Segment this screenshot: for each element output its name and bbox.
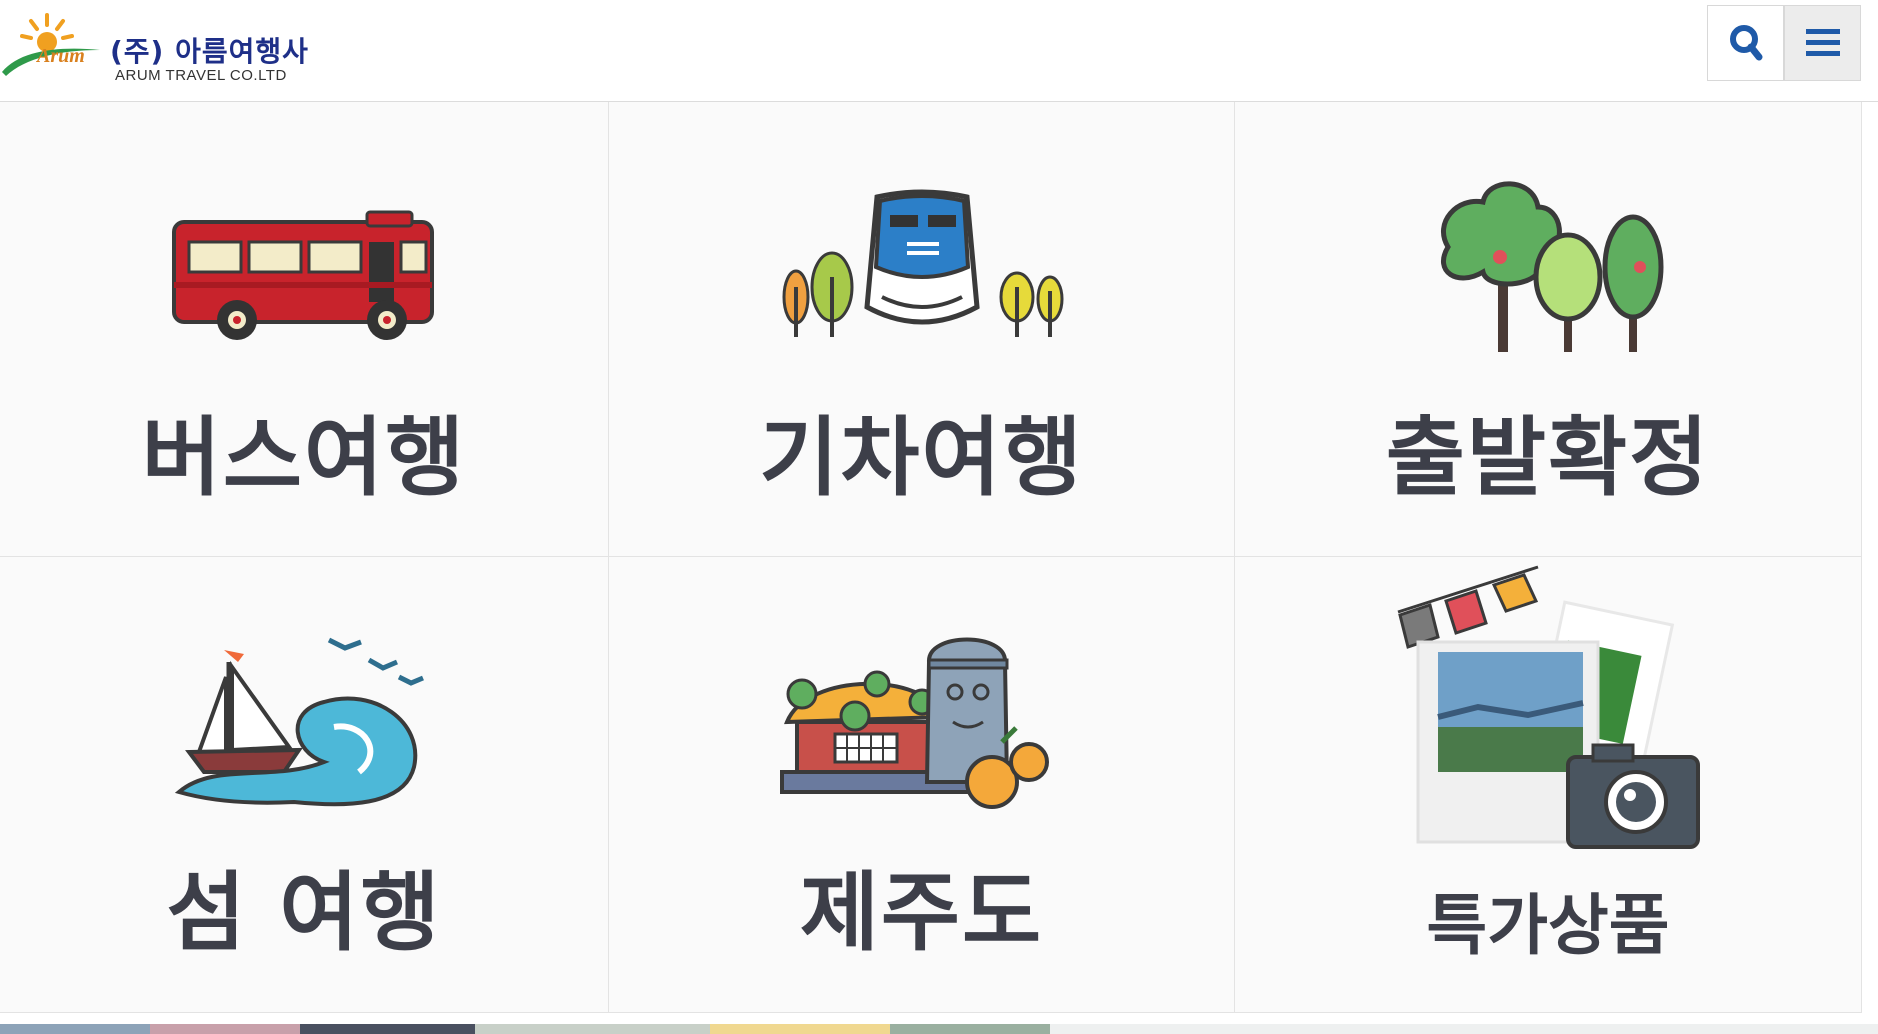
- category-tile-jeju[interactable]: 제주도: [609, 557, 1235, 1013]
- category-label: 기차여행: [759, 408, 1084, 508]
- photos-camera-icon: [1397, 565, 1700, 849]
- category-label: 특가상품: [1426, 887, 1670, 964]
- category-label: 버스여행: [141, 408, 467, 508]
- category-label: 출발확정: [1385, 408, 1711, 508]
- category-tile-train[interactable]: 기차여행: [609, 102, 1235, 557]
- search-icon: [1729, 25, 1762, 61]
- category-tile-confirmed[interactable]: 출발확정: [1235, 102, 1862, 557]
- train-icon: [782, 189, 1063, 337]
- search-button[interactable]: [1707, 5, 1784, 81]
- sailboat-wave-icon: [174, 637, 424, 807]
- menu-button[interactable]: [1784, 5, 1861, 81]
- company-name: (주) 아름여행사: [110, 35, 309, 68]
- category-label: 제주도: [799, 863, 1044, 963]
- site-header: Arum (주) 아름여행사 ARUM TRAVEL CO.LTD: [0, 0, 1878, 102]
- jeju-stone-statue-icon: [779, 637, 1049, 809]
- category-tile-island[interactable]: 섬 여행: [0, 557, 609, 1013]
- logo-mark-text: Arum: [37, 45, 85, 67]
- company-english-name: ARUM TRAVEL CO.LTD: [115, 67, 287, 84]
- category-grid: 버스여행 기차여행 출발확정 섬 여행 제주도 특가상품: [0, 102, 1862, 1013]
- bus-icon: [172, 210, 434, 340]
- trees-icon: [1440, 181, 1664, 352]
- site-logo[interactable]: Arum (주) 아름여행사 ARUM TRAVEL CO.LTD: [0, 10, 330, 84]
- hamburger-menu-icon: [1805, 29, 1840, 56]
- category-label: 섬 여행: [166, 863, 442, 963]
- category-tile-bus[interactable]: 버스여행: [0, 102, 609, 557]
- banner-strip: [0, 1024, 1878, 1034]
- category-tile-special-deals[interactable]: 특가상품: [1235, 557, 1862, 1013]
